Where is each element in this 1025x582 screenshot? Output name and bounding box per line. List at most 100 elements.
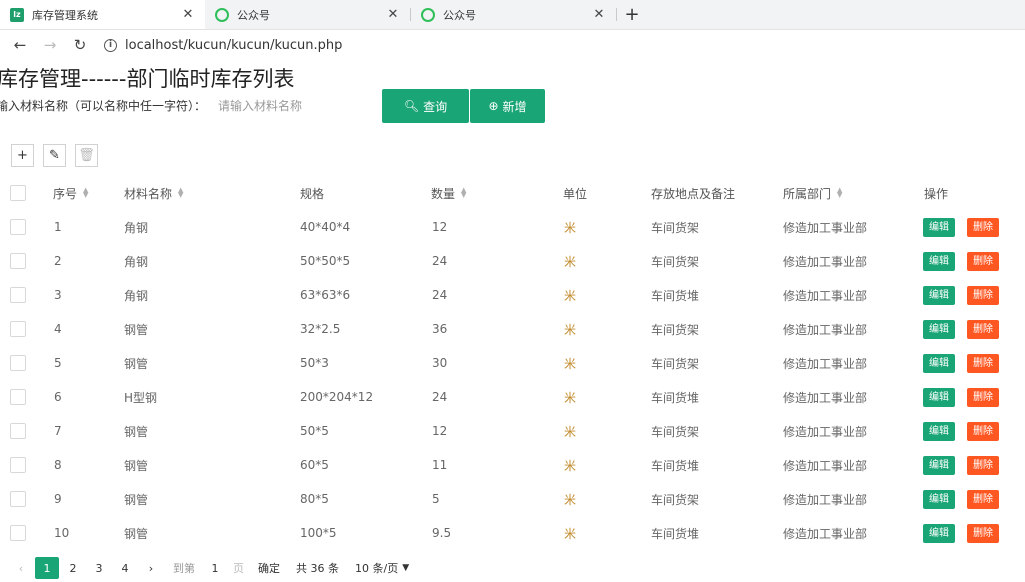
plus-circle-icon: ⊕ [488, 99, 499, 113]
cell-qty: 12 [432, 220, 448, 234]
prev-page-icon[interactable]: ‹ [9, 557, 33, 579]
cell-name: 钢管 [124, 492, 149, 507]
query-button[interactable]: 🔍︎ 查询 [382, 89, 469, 123]
page-unit-label: 页 [233, 562, 244, 575]
row-checkbox[interactable] [10, 244, 26, 278]
row-checkbox[interactable] [10, 448, 26, 482]
sort-icon[interactable]: ▲ ▼ [837, 187, 842, 199]
cell-spec: 32*2.5 [300, 322, 341, 336]
jump-page-input[interactable]: 1 [203, 562, 227, 575]
edit-button[interactable]: 编辑 [923, 421, 955, 441]
row-checkbox[interactable] [10, 210, 26, 244]
reload-icon[interactable]: ↻ [68, 33, 92, 57]
col-header-dept[interactable]: 所属部门 ▲ ▼ [783, 176, 842, 210]
cell-dept: 修造加工事业部 [783, 492, 868, 507]
sort-icon[interactable]: ▲ ▼ [461, 187, 466, 199]
cell-location: 车间货架 [651, 220, 700, 235]
row-checkbox[interactable] [10, 380, 26, 414]
jump-confirm-button[interactable]: 确定 [258, 560, 280, 576]
cell-qty: 5 [432, 492, 440, 506]
delete-button[interactable]: 删除 [967, 387, 999, 407]
page-1[interactable]: 1 [35, 557, 59, 579]
back-icon[interactable]: ← [8, 33, 32, 57]
lz-favicon-icon: lz [10, 7, 24, 22]
cell-no: 1 [54, 220, 62, 234]
browser-tab-1[interactable]: lz 库存管理系统 ✕ [0, 0, 205, 29]
new-tab-button[interactable]: + [617, 0, 647, 29]
add-button[interactable]: ⊕ 新增 [470, 89, 545, 123]
cell-no: 6 [54, 390, 62, 404]
cell-no: 5 [54, 356, 62, 370]
cell-no: 9 [54, 492, 62, 506]
delete-button[interactable]: 删除 [967, 319, 999, 339]
col-header-location: 存放地点及备注 [651, 186, 736, 201]
edit-button[interactable]: 编辑 [923, 217, 955, 237]
cell-spec: 40*40*4 [300, 220, 351, 234]
query-button-label: 查询 [423, 99, 448, 114]
edit-button[interactable]: 编辑 [923, 387, 955, 407]
cell-location: 车间货堆 [651, 390, 700, 405]
edit-button[interactable]: 编辑 [923, 353, 955, 373]
delete-button[interactable]: 删除 [967, 523, 999, 543]
browser-tab-bar: lz 库存管理系统 ✕ 公众号 ✕ 公众号 ✕ + [0, 0, 1025, 30]
row-checkbox[interactable] [10, 312, 26, 346]
page-size-select[interactable]: 10 条/页 ▼ [355, 560, 409, 576]
delete-button[interactable]: 删除 [967, 489, 999, 509]
search-label: 输入材料名称（可以名称中任一字符）： [0, 99, 207, 113]
row-checkbox[interactable] [10, 516, 26, 550]
delete-button[interactable]: 删除 [967, 251, 999, 271]
info-icon[interactable]: i [104, 38, 117, 52]
delete-button[interactable]: 删除 [967, 455, 999, 475]
cell-location: 车间货堆 [651, 458, 700, 473]
cell-name: 角钢 [124, 220, 149, 235]
row-checkbox[interactable] [10, 346, 26, 380]
cell-dept: 修造加工事业部 [783, 356, 868, 371]
browser-tab-2[interactable]: 公众号 ✕ [205, 0, 410, 29]
next-page-icon[interactable]: › [139, 557, 163, 579]
delete-button[interactable]: 删除 [967, 353, 999, 373]
cell-unit: 米 [564, 220, 577, 235]
table-row: 10 钢管 100*5 9.5 米 车间货堆 修造加工事业部 编辑 删除 [0, 516, 1025, 550]
edit-button[interactable]: 编辑 [923, 319, 955, 339]
cell-qty: 30 [432, 356, 448, 370]
page-4[interactable]: 4 [113, 557, 137, 579]
page-2[interactable]: 2 [61, 557, 85, 579]
select-all-checkbox[interactable] [10, 176, 26, 210]
edit-button[interactable]: 编辑 [923, 251, 955, 271]
sort-icon[interactable]: ▲ ▼ [178, 187, 183, 199]
row-checkbox[interactable] [10, 482, 26, 516]
cell-dept: 修造加工事业部 [783, 322, 868, 337]
trash-icon[interactable]: 🗑︎ [75, 144, 98, 167]
sort-icon[interactable]: ▲ ▼ [83, 187, 88, 199]
row-checkbox[interactable] [10, 278, 26, 312]
row-checkbox[interactable] [10, 414, 26, 448]
delete-button[interactable]: 删除 [967, 421, 999, 441]
pencil-icon[interactable]: ✎ [43, 144, 66, 167]
search-row: 输入材料名称（可以名称中任一字符）： [0, 97, 359, 114]
url-text[interactable]: localhost/kucun/kucun/kucun.php [125, 38, 342, 53]
tab-title: 库存管理系统 [32, 8, 98, 22]
close-tab-icon[interactable]: ✕ [181, 7, 195, 22]
table-row: 7 钢管 50*5 12 米 车间货架 修造加工事业部 编辑 删除 [0, 414, 1025, 448]
forward-icon[interactable]: → [38, 33, 62, 57]
col-header-no[interactable]: 序号 ▲ ▼ [53, 176, 88, 210]
cell-name: 角钢 [124, 254, 149, 269]
page-3[interactable]: 3 [87, 557, 111, 579]
edit-button[interactable]: 编辑 [923, 455, 955, 475]
cell-name: H型钢 [124, 390, 158, 405]
edit-button[interactable]: 编辑 [923, 489, 955, 509]
cell-actions: 编辑 删除 [923, 278, 999, 312]
close-tab-icon[interactable]: ✕ [386, 7, 400, 22]
col-header-qty[interactable]: 数量 ▲ ▼ [431, 176, 466, 210]
delete-button[interactable]: 删除 [967, 285, 999, 305]
edit-button[interactable]: 编辑 [923, 285, 955, 305]
add-row-icon[interactable]: + [11, 144, 34, 167]
search-input[interactable] [218, 98, 359, 113]
table-row: 4 钢管 32*2.5 36 米 车间货架 修造加工事业部 编辑 删除 [0, 312, 1025, 346]
edit-button[interactable]: 编辑 [923, 523, 955, 543]
col-header-name[interactable]: 材料名称 ▲ ▼ [124, 176, 183, 210]
browser-tab-3[interactable]: 公众号 ✕ [411, 0, 616, 29]
close-tab-icon[interactable]: ✕ [592, 7, 606, 22]
cell-actions: 编辑 删除 [923, 482, 999, 516]
delete-button[interactable]: 删除 [967, 217, 999, 237]
